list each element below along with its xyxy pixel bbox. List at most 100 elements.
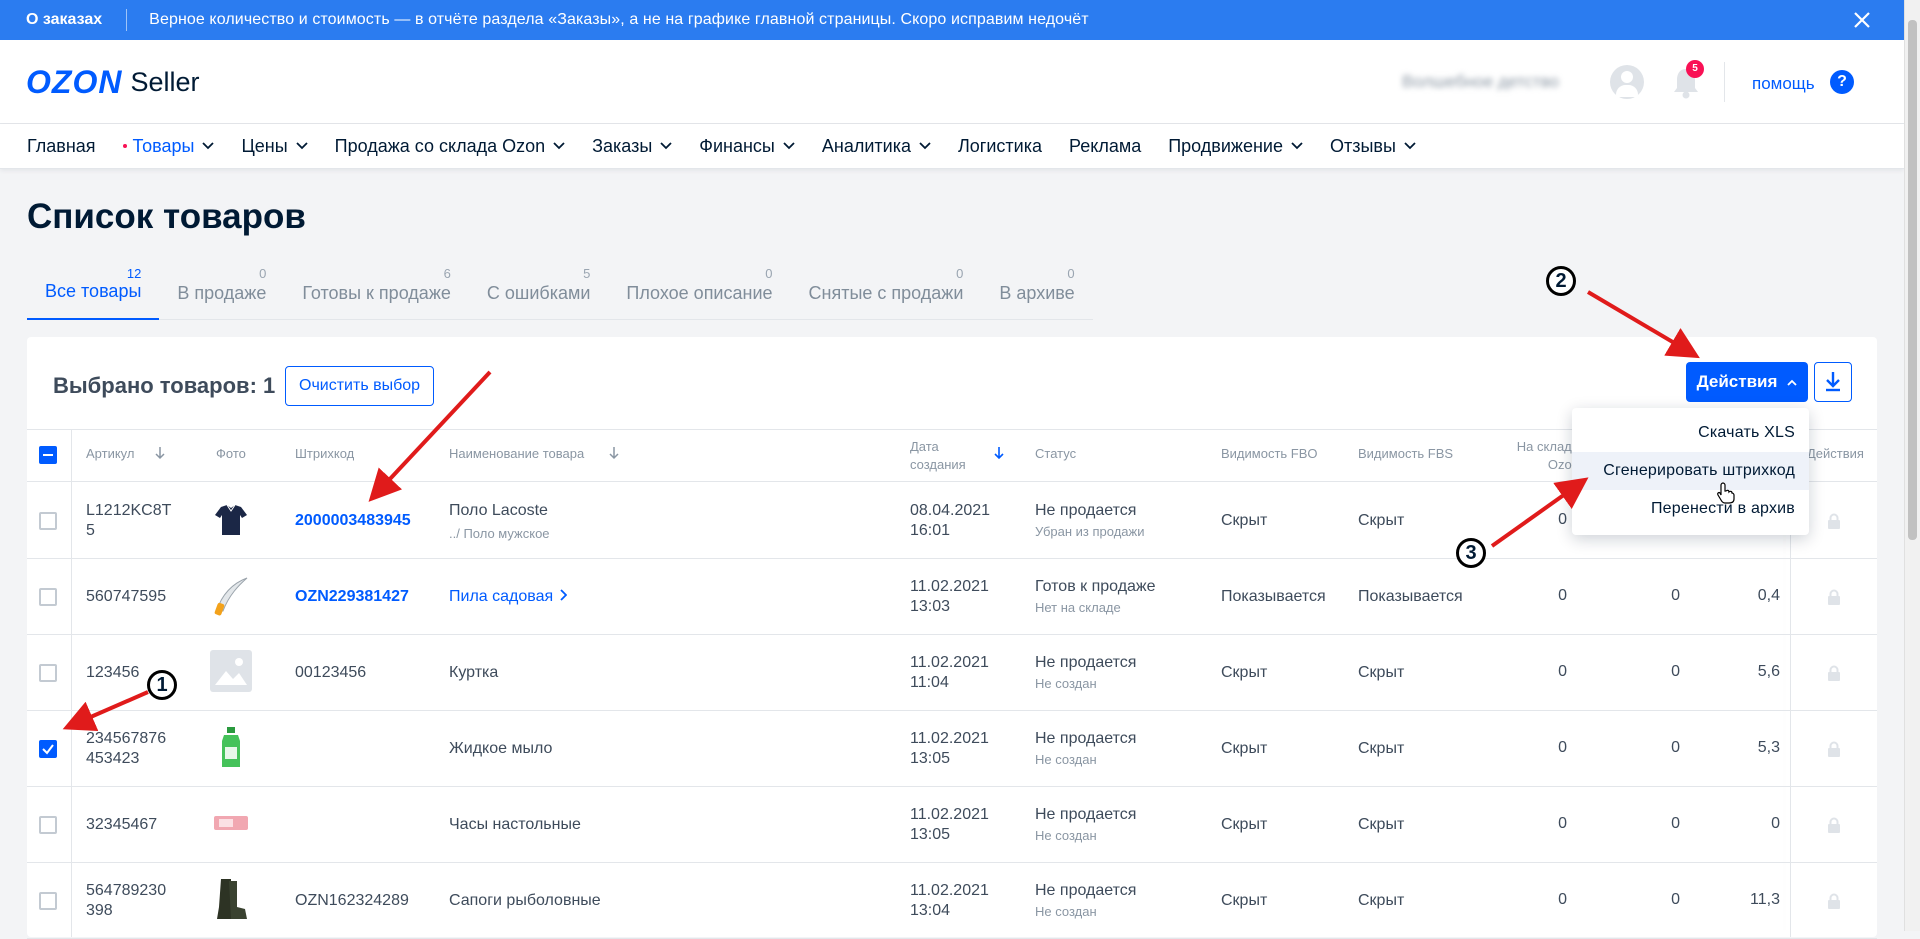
lock-icon [1828,893,1840,909]
nav-item-ozon-warehouse[interactable]: Продажа со склада Ozon [335,136,565,157]
table-row[interactable]: 560747595 OZN229381427 Пила садовая 11.0… [27,559,1877,635]
logo-product: Seller [130,67,200,97]
time-value: 13:05 [910,826,951,843]
lock-icon [1828,513,1840,529]
visibility-fbs: Скрыт [1358,512,1405,529]
article-line2: 398 [86,902,113,919]
time-value: 13:05 [910,750,951,767]
nav-item-prices[interactable]: Цены [241,136,308,157]
tab-errors[interactable]: 5 С ошибками [469,262,609,320]
tab-ready[interactable]: 6 Готовы к продаже [284,262,469,320]
visibility-fbo: Скрыт [1221,892,1268,909]
col-visibility-fbo: Видимость FBO [1221,446,1318,461]
date-cell: 11.02.2021 13:05 [910,729,989,769]
select-all-checkbox[interactable] [39,446,57,464]
avatar[interactable] [1610,65,1644,99]
nav-item-reviews[interactable]: Отзывы [1330,136,1416,157]
row-checkbox[interactable] [39,816,57,834]
sort-arrow-icon[interactable] [608,446,620,460]
stock-col2: 0 [1671,815,1680,832]
table-row[interactable]: 564789230 398 OZN162324289 Сапоги рыболов… [27,863,1877,939]
article-cell: 560747595 [86,588,167,605]
row-checkbox[interactable] [39,892,57,910]
product-photo-soap[interactable] [209,725,253,769]
visibility-fbo: Скрыт [1221,512,1268,529]
time-value: 13:04 [910,902,951,919]
nav-item-ads[interactable]: Реклама [1069,136,1141,157]
sort-arrow-icon-active[interactable] [993,446,1005,460]
lock-icon [1828,817,1840,833]
tab-count: 5 [583,266,591,281]
info-banner: О заказах Верное количество и стоимость … [0,0,1904,40]
table-row-selected[interactable]: 234567876 453423 Жидкое мыло 11.02.2021 13… [27,711,1877,787]
download-icon [1826,372,1840,392]
row-checkbox-checked[interactable] [39,740,57,758]
col-article[interactable]: Артикул [86,445,134,463]
scrollbar-thumb[interactable] [1908,20,1917,540]
download-button[interactable] [1814,362,1852,402]
logo[interactable]: OZON Seller [26,64,199,101]
menu-item-generate-barcode[interactable]: Сгенерировать штрихкод [1572,452,1809,490]
shop-name[interactable]: Волшебное детство [1402,72,1559,92]
step-marker-1: 1 [147,670,177,700]
status-text: Готов к продаже [1035,578,1156,595]
chevron-down-icon [296,142,308,150]
dot-icon [122,144,127,148]
col-date-line2: создания [910,457,966,472]
col-name[interactable]: Наименование товара [449,445,584,463]
col-date[interactable]: Дата создания [910,438,966,474]
nav-label: Продвижение [1168,135,1283,156]
close-icon[interactable] [1850,8,1874,32]
row-checkbox[interactable] [39,512,57,530]
nav-item-main[interactable]: Главная [27,136,96,157]
main-nav: Главная Товары Цены Продажа со склада Oz… [0,124,1904,169]
product-name: Пила садовая [449,588,554,605]
status-tabs: 12 Все товары 0 В продаже 6 Готовы к продаж… [27,262,1093,320]
visibility-fbs: Скрыт [1358,816,1405,833]
nav-item-logistics[interactable]: Логистика [958,136,1042,157]
barcode-link[interactable]: 2000003483945 [295,511,411,531]
tab-on-sale[interactable]: 0 В продаже [159,262,284,320]
tab-archive[interactable]: 0 В архиве [981,262,1092,320]
time-value: 13:03 [910,598,951,615]
help-link[interactable]: помощь [1752,74,1815,94]
nav-item-analytics[interactable]: Аналитика [822,136,931,157]
tab-all[interactable]: 12 Все товары [27,262,160,320]
stock-col2: 0 [1671,739,1680,756]
barcode-link[interactable]: OZN229381427 [295,587,409,607]
sort-arrow-icon[interactable] [154,446,166,460]
barcode-text: 00123456 [295,664,367,681]
tab-removed[interactable]: 0 Снятые с продажи [791,262,982,320]
page-title: Список товаров [27,197,306,236]
product-photo-saw[interactable] [209,573,253,617]
product-name: Сапоги рыболовные [449,892,601,909]
nav-item-orders[interactable]: Заказы [592,136,672,157]
table-row[interactable]: 123456 00123456 Куртка 11.02.2021 11:04 Н… [27,635,1877,711]
nav-item-finance[interactable]: Финансы [699,136,795,157]
product-photo-clock[interactable] [209,801,253,845]
actions-button[interactable]: Действия [1686,362,1808,402]
date-value: 11.02.2021 [910,578,989,595]
nav-item-promotion[interactable]: Продвижение [1168,136,1303,157]
row-checkbox[interactable] [39,588,57,606]
nav-item-products[interactable]: Товары [122,136,215,157]
clear-selection-button[interactable]: Очистить выбор [285,366,435,406]
row-checkbox[interactable] [39,664,57,682]
page-scrollbar[interactable] [1904,0,1920,931]
chevron-down-icon [1291,142,1303,150]
help-icon[interactable]: ? [1830,70,1854,94]
product-name-link[interactable]: Пила садовая [449,587,568,607]
lock-icon [1828,665,1840,681]
menu-item-archive[interactable]: Перенести в архив [1572,490,1809,528]
step-marker-3: 3 [1456,538,1486,568]
product-photo-polo[interactable] [209,499,253,543]
article-cell: 32345467 [86,816,158,833]
product-photo-boots[interactable] [209,877,253,921]
banner-title[interactable]: О заказах [0,9,128,31]
menu-item-download-xls[interactable]: Скачать XLS [1572,414,1809,452]
tab-bad-description[interactable]: 0 Плохое описание [608,262,790,320]
status-text: Не продается [1035,806,1137,823]
table-row[interactable]: 32345467 Часы настольные 11.02.2021 13:05… [27,787,1877,863]
stock-col3: 0,4 [1757,587,1780,604]
status-text: Не продается [1035,502,1137,519]
